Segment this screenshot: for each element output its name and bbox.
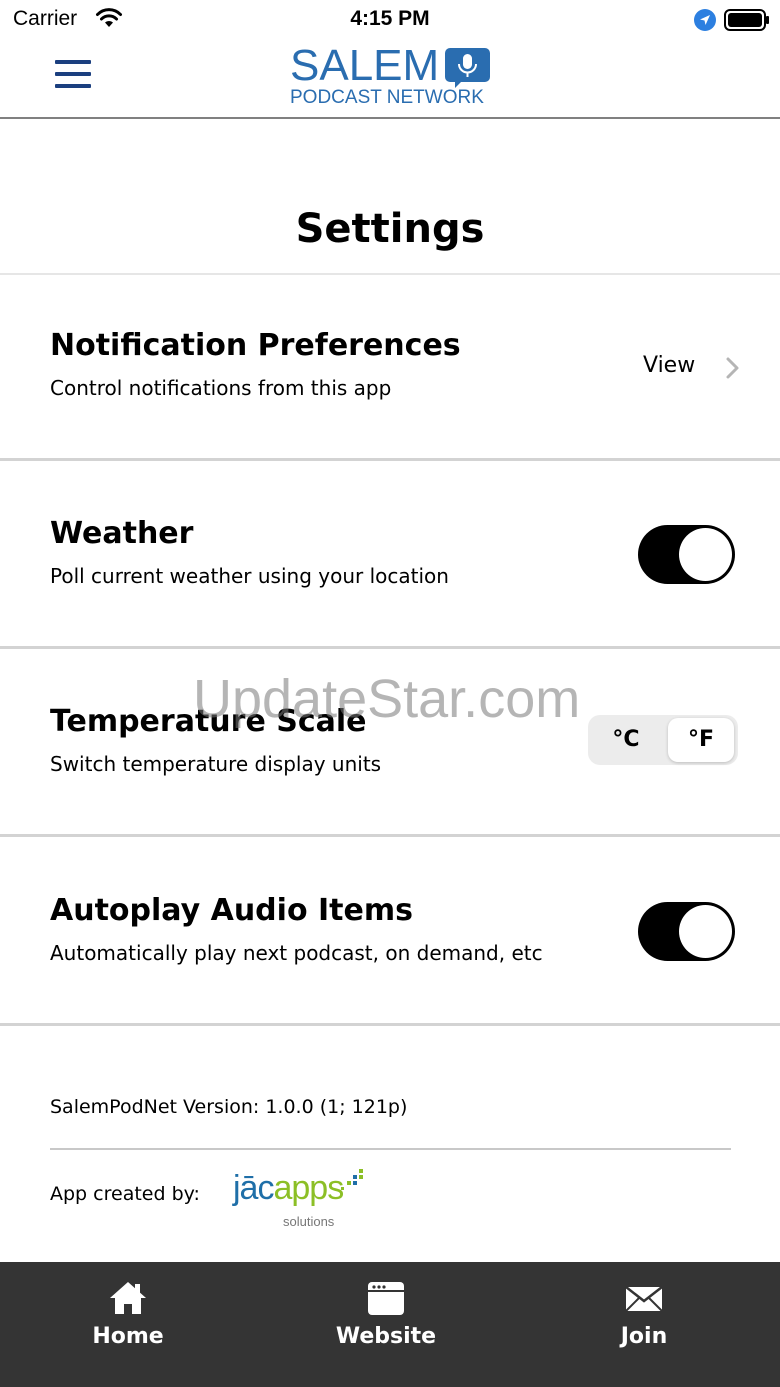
watermark: UpdateStar.com <box>193 669 581 729</box>
menu-icon[interactable] <box>55 60 91 90</box>
tab-join[interactable]: Join <box>564 1262 724 1387</box>
tab-home[interactable]: Home <box>48 1262 208 1387</box>
toggle-knob <box>679 528 732 581</box>
logo-bottom-text: PODCAST NETWORK <box>290 87 484 108</box>
tab-website[interactable]: Website <box>306 1262 466 1387</box>
fahrenheit-segment[interactable]: °F <box>668 718 734 762</box>
logo-top-text: SALEM <box>290 41 440 90</box>
divider <box>0 273 780 275</box>
divider <box>50 1148 731 1150</box>
divider <box>0 458 780 461</box>
weather-subtitle: Poll current weather using your location <box>50 564 449 588</box>
divider <box>0 1023 780 1026</box>
envelope-icon <box>625 1286 663 1312</box>
toggle-knob <box>679 905 732 958</box>
autoplay-toggle[interactable] <box>638 902 735 961</box>
version-label: SalemPodNet Version: 1.0.0 (1; 121p) <box>50 1096 408 1118</box>
location-icon <box>694 9 716 31</box>
weather-title: Weather <box>50 516 194 551</box>
jacapps-logo-text: jācapps <box>233 1169 344 1207</box>
autoplay-title: Autoplay Audio Items <box>50 893 413 928</box>
app-header: SALEM PODCAST NETWORK <box>0 40 780 119</box>
pixel-dots-icon <box>341 1169 363 1190</box>
created-by-label: App created by: <box>50 1183 200 1205</box>
clock: 4:15 PM <box>350 7 430 30</box>
tab-label: Website <box>335 1324 437 1349</box>
tab-label: Join <box>620 1324 668 1349</box>
status-bar: Carrier 4:15 PM <box>0 0 780 40</box>
autoplay-subtitle: Automatically play next podcast, on dema… <box>50 941 543 965</box>
celsius-segment[interactable]: °C <box>588 715 664 765</box>
browser-window-icon <box>368 1282 404 1315</box>
temperature-scale-segmented-control: °C °F <box>588 715 738 765</box>
notification-preferences-title: Notification Preferences <box>50 328 461 363</box>
temperature-scale-subtitle: Switch temperature display units <box>50 752 382 776</box>
page-title: Settings <box>295 206 485 252</box>
notification-view-link[interactable]: View <box>643 353 695 378</box>
jacapps-logo[interactable]: jācapps solutions <box>233 1168 363 1232</box>
divider <box>0 646 780 649</box>
microphone-icon <box>445 48 490 88</box>
bottom-tab-bar: Home Website Join <box>0 1262 780 1387</box>
weather-toggle[interactable] <box>638 525 735 584</box>
divider <box>0 834 780 837</box>
notification-preferences-subtitle: Control notifications from this app <box>50 376 392 400</box>
jacapps-logo-subtitle: solutions <box>283 1214 335 1229</box>
home-icon <box>110 1282 146 1314</box>
tab-label: Home <box>92 1324 164 1349</box>
battery-icon <box>724 9 769 31</box>
chevron-right-icon[interactable] <box>725 356 741 380</box>
salem-logo: SALEM PODCAST NETWORK <box>290 44 492 110</box>
